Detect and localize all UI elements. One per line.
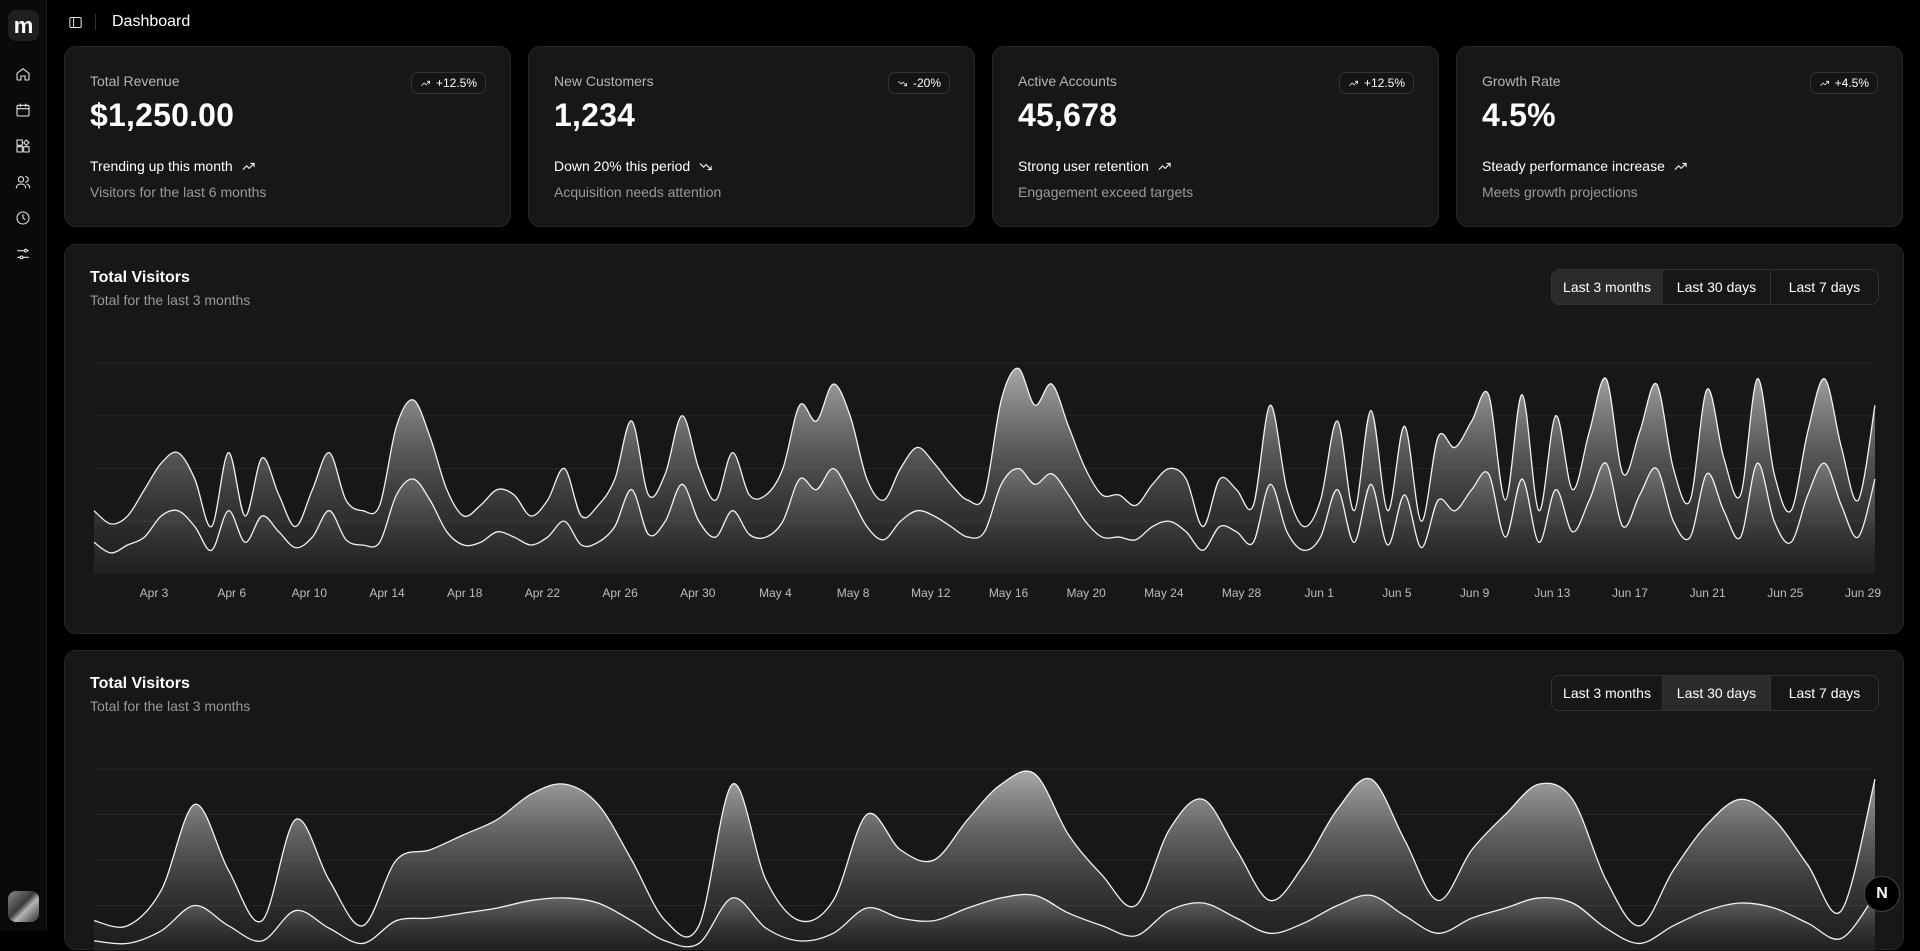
stat-trend: Trending up this month xyxy=(90,158,256,174)
x-tick-label: May 4 xyxy=(759,586,792,600)
trending-up-icon xyxy=(1674,162,1687,170)
visitors-chart-card: Total Visitors Total for the last 3 mont… xyxy=(64,244,1904,634)
widgets-icon[interactable] xyxy=(12,135,34,157)
topbar-divider xyxy=(95,14,96,30)
user-avatar[interactable] xyxy=(8,891,39,922)
x-tick-label: Jun 5 xyxy=(1382,586,1412,600)
stat-trend: Steady performance increase xyxy=(1482,158,1688,174)
x-tick-label: May 20 xyxy=(1067,586,1107,600)
x-tick-label: Jun 9 xyxy=(1460,586,1490,600)
stat-trend-text: Trending up this month xyxy=(90,158,233,174)
stat-label: New Customers xyxy=(554,73,654,89)
clock-icon[interactable] xyxy=(12,207,34,229)
users-icon[interactable] xyxy=(12,171,34,193)
sliders-icon[interactable] xyxy=(12,243,34,265)
stat-badge-text: +12.5% xyxy=(435,76,477,90)
stat-card-new-customers: New Customers 1,234 -20% Down 20% this p… xyxy=(528,46,975,227)
sidebar-toggle-icon[interactable] xyxy=(66,13,84,31)
trending-up-icon xyxy=(242,162,255,170)
x-tick-label: Jun 1 xyxy=(1305,586,1335,600)
stat-label: Growth Rate xyxy=(1482,73,1561,89)
trending-down-icon xyxy=(699,162,712,170)
trending-up-icon xyxy=(1349,80,1358,86)
stat-badge: -20% xyxy=(887,72,950,94)
stat-subtitle: Visitors for the last 6 months xyxy=(90,184,267,200)
stat-card-total-revenue: Total Revenue $1,250.00 +12.5% Trending … xyxy=(64,46,511,227)
stat-trend-text: Down 20% this period xyxy=(554,158,691,174)
stat-value: 45,678 xyxy=(1018,97,1118,133)
topbar: Dashboard xyxy=(47,0,1920,44)
stat-label: Active Accounts xyxy=(1018,73,1117,89)
x-tick-label: Jun 13 xyxy=(1534,586,1570,600)
stat-badge: +12.5% xyxy=(410,72,486,94)
x-tick-label: Apr 18 xyxy=(447,586,483,600)
trending-up-icon xyxy=(1158,162,1171,170)
area-chart: Apr 3 Apr 6 Apr 10 Apr 14 Apr 18 Apr 22 Apr 26… xyxy=(93,362,1881,600)
stat-trend: Strong user retention xyxy=(1018,158,1172,174)
trending-up-icon xyxy=(1819,80,1829,86)
dev-tools-badge[interactable]: N xyxy=(1864,876,1900,912)
stat-badge-text: +4.5% xyxy=(1834,76,1869,90)
x-tick-label: Jun 17 xyxy=(1612,586,1648,600)
stat-badge-text: -20% xyxy=(912,76,941,90)
visitors-chart-card: Total Visitors Total for the last 3 mont… xyxy=(64,650,1904,951)
area-chart xyxy=(93,768,1876,951)
x-tick-label: Apr 30 xyxy=(680,586,716,600)
stat-subtitle: Meets growth projections xyxy=(1482,184,1638,200)
x-tick-label: May 12 xyxy=(911,586,951,600)
stat-badge: +12.5% xyxy=(1338,72,1414,94)
x-tick-label: Apr 6 xyxy=(217,586,246,600)
stat-value: 4.5% xyxy=(1482,97,1556,133)
stat-subtitle: Engagement exceed targets xyxy=(1018,184,1194,200)
home-icon[interactable] xyxy=(12,63,34,85)
x-tick-label: May 28 xyxy=(1222,586,1262,600)
x-tick-label: Apr 22 xyxy=(525,586,561,600)
stat-badge: +4.5% xyxy=(1809,72,1878,94)
stat-trend-text: Steady performance increase xyxy=(1482,158,1665,174)
stat-label: Total Revenue xyxy=(90,73,180,89)
stat-value: 1,234 xyxy=(554,97,636,133)
stat-subtitle: Acquisition needs attention xyxy=(554,184,722,200)
x-tick-label: May 24 xyxy=(1144,586,1184,600)
page-title: Dashboard xyxy=(112,13,191,30)
stat-badge-text: +12.5% xyxy=(1363,76,1405,90)
app-logo[interactable]: m xyxy=(8,10,39,41)
trending-up-icon xyxy=(421,80,430,86)
x-tick-label: Apr 3 xyxy=(140,586,169,600)
stat-trend: Down 20% this period xyxy=(554,158,713,174)
x-tick-label: Jun 29 xyxy=(1845,586,1881,600)
stat-card-active-accounts: Active Accounts 45,678 +12.5% Strong use… xyxy=(992,46,1439,227)
x-tick-label: Apr 26 xyxy=(602,586,638,600)
stat-trend-text: Strong user retention xyxy=(1018,158,1149,174)
stat-value: $1,250.00 xyxy=(90,97,235,133)
stat-card-growth-rate: Growth Rate 4.5% +4.5% Steady performanc… xyxy=(1456,46,1903,227)
sidebar: m xyxy=(0,0,47,931)
x-tick-label: Apr 10 xyxy=(292,586,328,600)
x-tick-label: May 8 xyxy=(837,586,870,600)
x-tick-label: Apr 14 xyxy=(369,586,405,600)
x-tick-label: Jun 25 xyxy=(1767,586,1803,600)
x-tick-label: May 16 xyxy=(989,586,1029,600)
x-tick-label: Jun 21 xyxy=(1690,586,1726,600)
calendar-icon[interactable] xyxy=(12,99,34,121)
trending-down-icon xyxy=(898,80,907,86)
